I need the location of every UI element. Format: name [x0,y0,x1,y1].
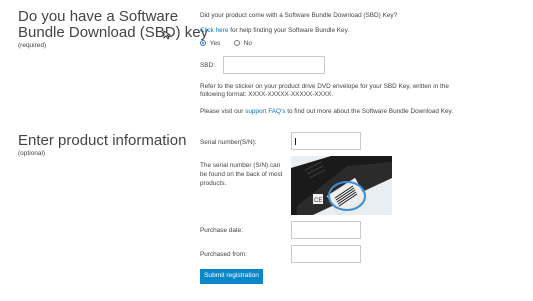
sbd-question: Did your product come with a Software Bu… [200,12,398,19]
sbd-label: SBD: [200,62,215,69]
purchased-from-input[interactable] [291,245,361,263]
support-faq-link[interactable]: support FAQ's [245,108,285,115]
mouse-pointer-icon [163,30,171,40]
submit-registration-button[interactable]: Submit registration [200,269,263,284]
serial-hint-line2: be found on the back of most [200,171,283,178]
no-label[interactable]: No [244,40,252,47]
faq-prefix: Please visit our [200,108,244,115]
sbd-input[interactable] [223,56,325,74]
faq-suffix: to find out more about the Software Bund… [287,108,453,115]
no-radio[interactable] [234,40,240,47]
faq-line: Please visit our support FAQ's to find o… [200,108,453,117]
help-suffix: for help finding your Software Bundle Ke… [230,27,350,34]
product-heading: Enter product information [18,132,187,149]
sbd-heading-line1: Do you have a Software [18,8,179,25]
serial-hint-line3: products. [200,180,227,187]
yes-radio[interactable] [200,40,206,47]
sbd-heading-line2: Bundle Download (SBD) key [18,24,209,41]
help-line: Click here for help finding your Softwar… [200,27,349,36]
yes-label[interactable]: Yes [210,40,220,47]
purchased-from-label: Purchased from: [200,251,247,258]
serial-input[interactable] [291,132,361,150]
serial-label: Serial number(S/N): [200,139,257,146]
text-cursor [295,138,296,145]
click-here-link[interactable]: Click here [200,27,228,34]
purchase-date-label: Purchase date: [200,227,243,234]
purchase-date-input[interactable] [291,221,361,239]
serial-hint-line1: The serial number (S/N) can [200,162,281,169]
sbd-radio-group: Yes No [200,40,252,49]
sbd-instructions-line2: following format: XXXX-XXXXX-XXXXX-XXXX. [200,91,334,98]
serial-sticker-image: CE [291,156,392,215]
svg-text:CE: CE [314,198,322,204]
required-note: (required) [18,42,47,49]
optional-note: (optional) [18,150,46,157]
